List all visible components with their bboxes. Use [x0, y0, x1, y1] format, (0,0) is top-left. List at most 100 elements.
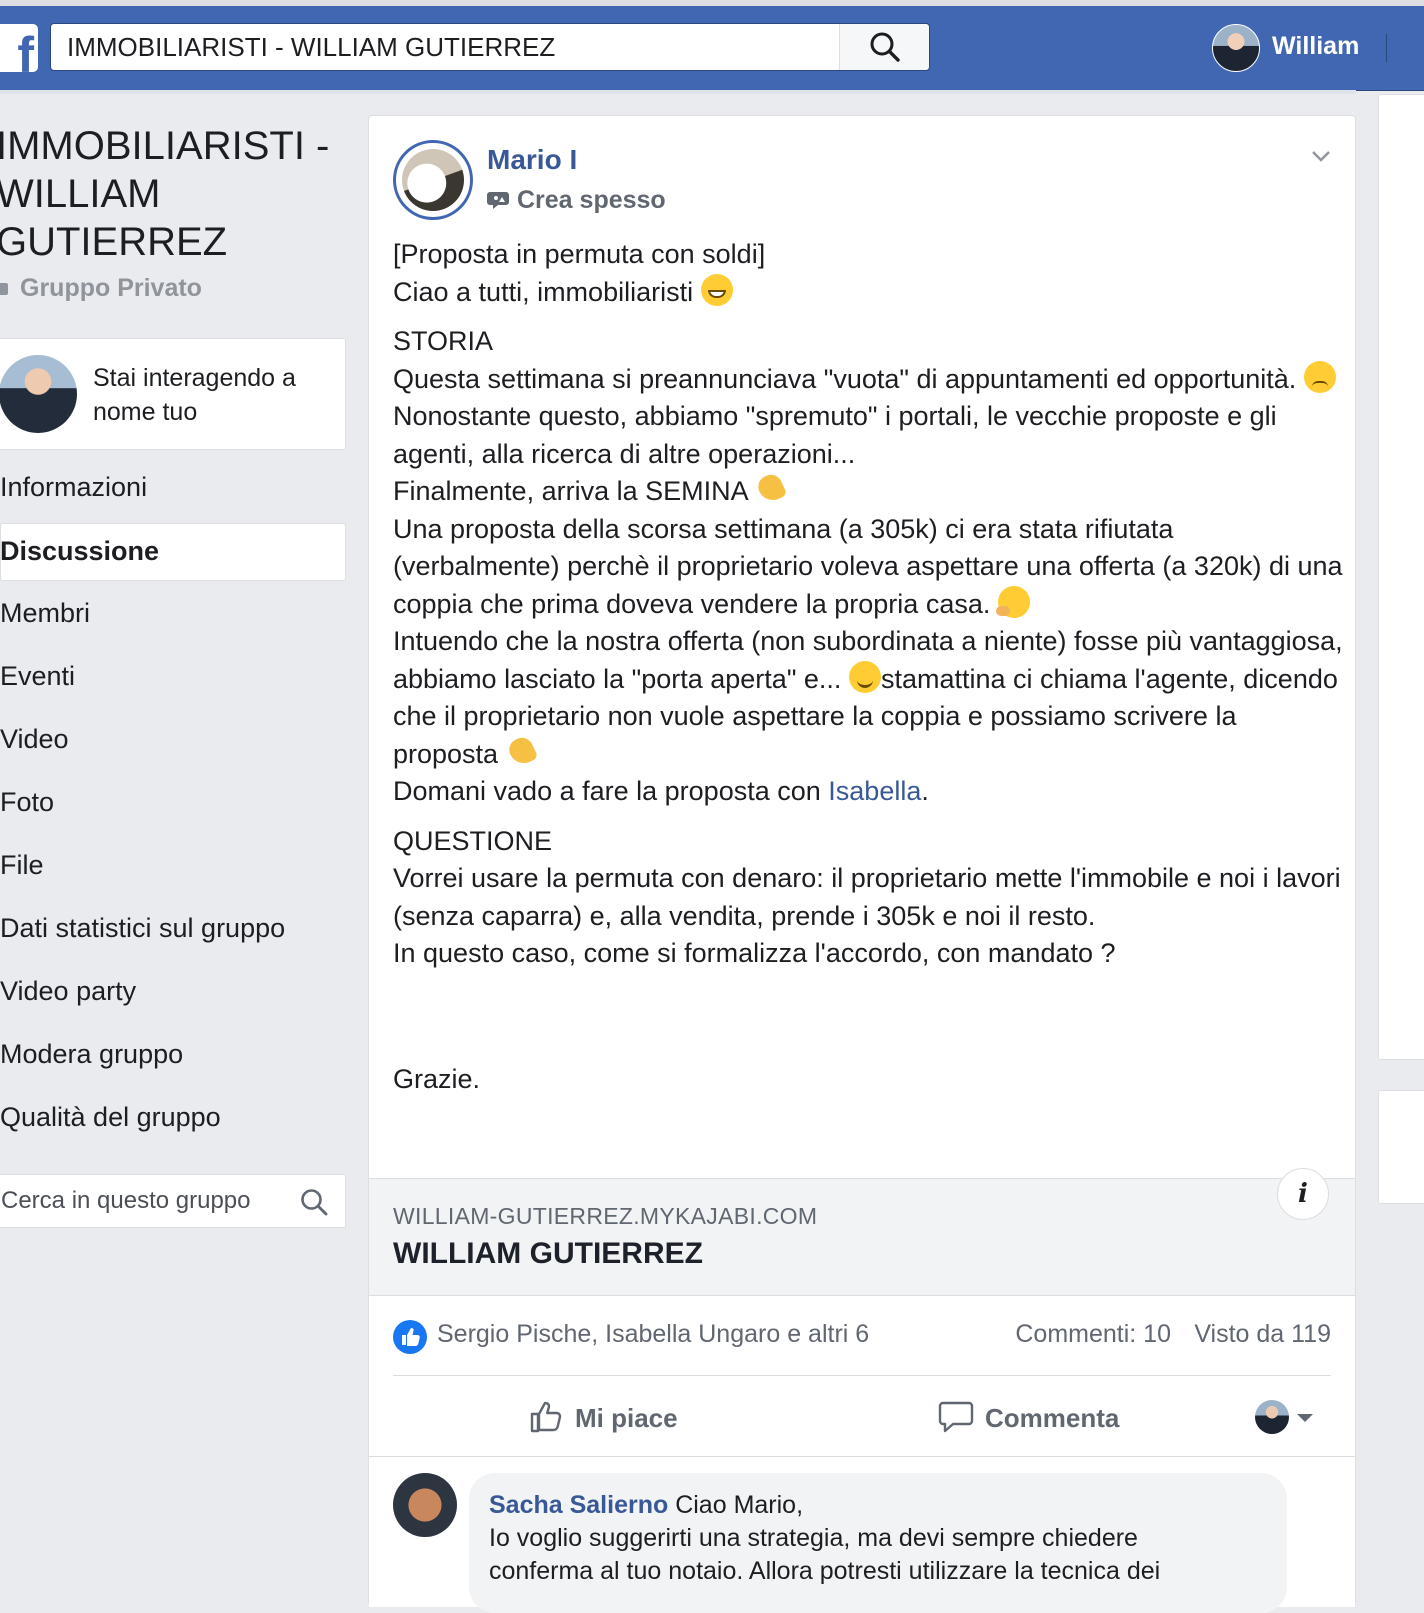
privacy-label: Gruppo Privato [20, 274, 202, 302]
nav-item-label: Video party [0, 976, 137, 1006]
post-text: Questa settimana si preannunciava "vuota… [393, 363, 1297, 394]
nav-item-label: Qualità del gruppo [0, 1102, 221, 1132]
post-question: QUESTIONE Vorrei usare la permuta con de… [393, 823, 1343, 973]
post-text: Ciao a tutti, immobiliaristi [393, 276, 694, 307]
avatar [0, 355, 77, 433]
post-text: Nonostante questo, abbiamo "spremuto" i … [393, 401, 1277, 469]
link-title: WILLIAM GUTIERREZ [393, 1237, 703, 1270]
search-button[interactable] [839, 24, 929, 70]
group-title[interactable]: IMMOBILIARISTI - WILLIAM GUTIERREZ [0, 122, 356, 266]
nav-item-foto[interactable]: Foto [0, 775, 346, 833]
nav-item-label: File [0, 850, 44, 880]
thumbs-up-icon [530, 1401, 562, 1433]
reactions-summary: Sergio Pische, Isabella Ungaro e altri 6… [393, 1316, 1331, 1360]
facebook-logo[interactable]: f [0, 24, 38, 72]
avatar-image [402, 149, 464, 211]
comment-button[interactable]: Commenta [937, 1388, 1119, 1448]
right-sidebar-card [1378, 94, 1424, 1060]
like-reaction-icon[interactable] [393, 1320, 427, 1354]
comments-section: Sacha Salierno Ciao Mario, Io voglio sug… [369, 1456, 1355, 1613]
mention-link[interactable]: Isabella [828, 776, 921, 806]
chevron-down-icon[interactable] [1309, 144, 1333, 168]
nav-item-label: Informazioni [0, 472, 148, 502]
post-text: In questo caso, come si formalizza l'acc… [393, 938, 1116, 968]
caret-down-icon [1297, 1414, 1313, 1422]
avatar [1212, 24, 1260, 72]
author-badge-label: Crea spesso [517, 186, 666, 214]
flexed-biceps-emoji-icon [755, 473, 787, 505]
nav-item-label: Video [0, 724, 69, 754]
like-button[interactable]: Mi piace [527, 1388, 678, 1448]
info-glyph: i [1298, 1179, 1308, 1209]
views-count[interactable]: Visto da 119 [1194, 1320, 1331, 1349]
nav-item-label: Modera gruppo [0, 1039, 184, 1069]
nav-item-label: Eventi [0, 661, 76, 691]
post-card: Mario I Crea spesso [Proposta in permuta… [368, 115, 1356, 1613]
topbar-divider [1386, 34, 1387, 62]
post-text: Domani vado a fare la proposta con [393, 776, 821, 806]
post-text: . [921, 776, 929, 806]
like-label: Mi piace [575, 1403, 678, 1433]
comment-line: Io voglio suggerirti una strategia, ma d… [489, 1524, 1138, 1552]
nav-item-insights[interactable]: Dati statistici sul gruppo [0, 901, 346, 959]
comment-text: Sacha Salierno Ciao Mario, Io voglio sug… [489, 1489, 1269, 1588]
nav-item-discussione[interactable]: Discussione [0, 523, 346, 581]
post-text: Grazie. [393, 1063, 481, 1094]
artist-badge-icon [487, 192, 509, 209]
comment-icon [938, 1401, 974, 1433]
section-heading: QUESTIONE [393, 825, 553, 856]
post-text: [Proposta in permuta con soldi] [393, 239, 766, 269]
post-text: Una proposta della scorsa settimana (a 3… [393, 513, 1343, 619]
facebook-logo-letter: f [17, 27, 34, 72]
pensive-emoji-icon [1303, 360, 1336, 393]
nav-item-label: Dati statistici sul gruppo [0, 913, 286, 943]
group-search-input[interactable] [0, 1175, 293, 1227]
nav-item-file[interactable]: File [0, 838, 346, 896]
post-text: Vorrei usare la permuta con denaro: il p… [393, 863, 1341, 931]
group-navigation: Informazioni Discussione Membri Eventi V… [0, 460, 346, 1153]
comment-author[interactable]: Sacha Salierno [489, 1491, 668, 1519]
link-preview[interactable]: WILLIAM-GUTIERREZ.MYKAJABI.COM WILLIAM G… [369, 1178, 1355, 1296]
comment-line: Ciao Mario, [675, 1491, 804, 1519]
post-author-name[interactable]: Mario I [487, 144, 577, 176]
comments-count[interactable]: Commenti: 10 [1015, 1320, 1171, 1349]
thumbs-up-icon [402, 1328, 420, 1346]
author-badge: Crea spesso [487, 186, 666, 215]
nav-item-video[interactable]: Video [0, 712, 346, 770]
profile-name: William [1272, 32, 1360, 60]
global-search [50, 23, 930, 71]
divider [393, 1375, 1331, 1376]
nav-item-label: Membri [0, 598, 91, 628]
comment-label: Commenta [985, 1403, 1120, 1433]
thinking-emoji-icon [995, 585, 1030, 618]
nav-item-membri[interactable]: Membri [0, 586, 346, 644]
search-icon [870, 32, 900, 62]
reactors-list[interactable]: Sergio Pische, Isabella Ungaro e altri 6 [437, 1320, 869, 1349]
reaction-identity-selector[interactable] [1255, 1400, 1319, 1436]
comment-bubble: Sacha Salierno Ciao Mario, Io voglio sug… [469, 1473, 1287, 1613]
search-icon[interactable] [299, 1187, 329, 1217]
post-closing: Grazie. [393, 1061, 1343, 1099]
nav-item-informazioni[interactable]: Informazioni [0, 460, 346, 518]
nav-item-qualita-gruppo[interactable]: Qualità del gruppo [0, 1090, 346, 1148]
group-search [0, 1174, 346, 1228]
right-sidebar-card [1378, 1090, 1424, 1204]
comment-line: conferma al tuo notaio. Allora potresti … [489, 1557, 1161, 1585]
avatar [1255, 1400, 1289, 1434]
nav-item-label: Foto [0, 787, 55, 817]
commenter-avatar[interactable] [393, 1473, 457, 1537]
info-icon[interactable]: i [1277, 1168, 1329, 1220]
nav-item-video-party[interactable]: Video party [0, 964, 346, 1022]
global-search-input[interactable] [51, 24, 841, 70]
group-privacy: Gruppo Privato [0, 274, 202, 303]
nav-item-eventi[interactable]: Eventi [0, 649, 346, 707]
nav-item-modera-gruppo[interactable]: Modera gruppo [0, 1027, 346, 1085]
lock-icon [0, 283, 8, 296]
author-avatar[interactable] [393, 140, 473, 220]
cover-strip [0, 90, 1356, 94]
top-navigation-bar: f William [0, 6, 1424, 91]
acting-as-text: Stai interagendo a nome tuo [93, 364, 296, 426]
winking-emoji-icon [848, 660, 881, 693]
acting-as-card[interactable]: Stai interagendo a nome tuo [0, 338, 346, 450]
flexed-biceps-emoji-icon [506, 736, 538, 768]
